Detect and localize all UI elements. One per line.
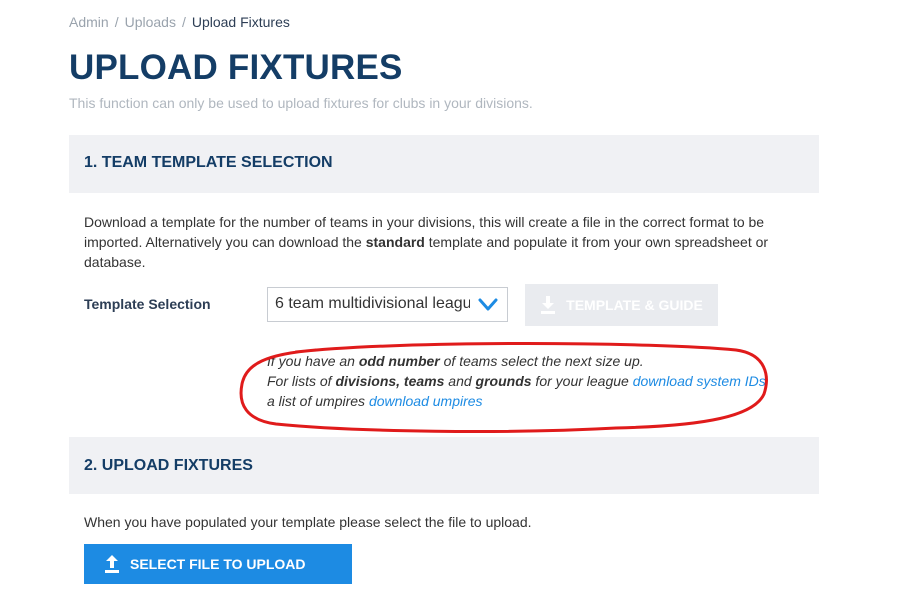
template-selection-label: Template Selection [84, 296, 211, 312]
section-header-template-selection: 1. TEAM TEMPLATE SELECTION [69, 135, 819, 193]
upload-fixtures-page: Admin / Uploads / Upload Fixtures UPLOAD FIX… [0, 0, 917, 608]
template-description: Download a template for the number of te… [84, 212, 784, 272]
note-bold: grounds [475, 373, 532, 389]
breadcrumb-separator: / [181, 14, 186, 30]
note-text: and [444, 373, 476, 389]
template-guide-label: TEMPLATE & GUIDE [566, 297, 703, 313]
breadcrumb-current: Upload Fixtures [191, 14, 290, 30]
breadcrumb-admin[interactable]: Admin [69, 14, 109, 30]
note-line-umpires: a list of umpires download umpires [267, 391, 766, 411]
upload-instructions: When you have populated your template pl… [84, 514, 532, 530]
download-umpires-link[interactable]: download umpires [369, 393, 483, 409]
upload-icon [105, 555, 119, 573]
note-bold: odd number [358, 353, 440, 369]
note-line-odd-number: If you have an odd number of teams selec… [267, 351, 766, 371]
note-text: for your league [531, 373, 633, 389]
section-header-upload-fixtures: 2. UPLOAD FIXTURES [69, 437, 819, 494]
note-bold: divisions, teams [335, 373, 445, 389]
chevron-down-icon[interactable] [477, 295, 499, 315]
select-file-button[interactable]: SELECT FILE TO UPLOAD [84, 544, 352, 584]
download-icon [541, 296, 556, 314]
page-title: UPLOAD FIXTURES [69, 48, 403, 87]
breadcrumb-uploads[interactable]: Uploads [125, 14, 176, 30]
section-title: 1. TEAM TEMPLATE SELECTION [84, 154, 333, 171]
description-bold: standard [365, 234, 425, 250]
template-note: If you have an odd number of teams selec… [267, 351, 766, 411]
note-text: For lists of [267, 373, 336, 389]
breadcrumb-separator: / [114, 14, 119, 30]
template-select[interactable]: 6 team multidivisional league [267, 287, 508, 322]
template-select-value: 6 team multidivisional league [275, 295, 470, 312]
note-text: a list of umpires [267, 393, 369, 409]
note-text: If you have an [267, 353, 359, 369]
breadcrumb: Admin / Uploads / Upload Fixtures [69, 14, 290, 30]
template-guide-button[interactable]: TEMPLATE & GUIDE [525, 284, 718, 326]
note-line-system-ids: For lists of divisions, teams and ground… [267, 371, 766, 391]
select-file-label: SELECT FILE TO UPLOAD [130, 556, 306, 572]
page-subtitle: This function can only be used to upload… [69, 95, 533, 111]
section-title: 2. UPLOAD FIXTURES [84, 457, 253, 474]
note-text: of teams select the next size up. [439, 353, 644, 369]
download-system-ids-link[interactable]: download system IDs [633, 373, 766, 389]
